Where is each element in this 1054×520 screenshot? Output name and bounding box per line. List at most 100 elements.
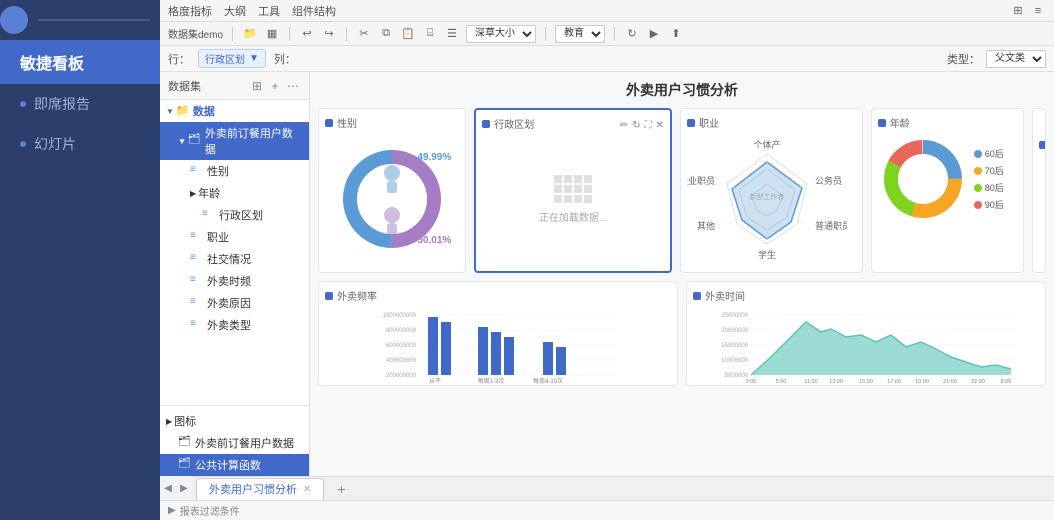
type-select[interactable]: 父文类 <box>986 50 1046 68</box>
age-title-text: 年龄 <box>890 115 910 130</box>
tree-node-freq[interactable]: ≡ 外卖时频 <box>160 270 309 292</box>
edu-select[interactable]: 教育 <box>555 25 605 43</box>
list-icon[interactable]: ≡ <box>1030 3 1046 19</box>
tree-menu-btn[interactable]: ⋯ <box>285 78 301 94</box>
redo-icon[interactable]: ↪ <box>321 26 337 42</box>
tree-node-occupation[interactable]: ≡ 职业 <box>160 226 309 248</box>
main-area: 格度指标 大纲 工具 组件结构 ⊞ ≡ 数据集demo 📁 ▦ ↩ ↪ ✂ ⧉ … <box>160 0 1054 520</box>
toolbar: 数据集demo 📁 ▦ ↩ ↪ ✂ ⧉ 📋 ⌸ ☰ 深草大小 教育 ↻ ▶ ⬆ <box>160 22 1054 46</box>
filter-bar-triangle[interactable]: ▶ <box>168 505 176 516</box>
region-edit-icon[interactable]: ✏ <box>620 120 628 131</box>
tree-node-takeout[interactable]: ▼ 🗂 外卖前订餐用户数据 <box>160 122 309 160</box>
loading-text: 正在加载数据... <box>539 209 607 224</box>
tree-header-label: 数据集 <box>168 78 201 94</box>
tree-node-reason[interactable]: ≡ 外卖原因 <box>160 292 309 314</box>
reason-chart-card: 外卖原因 天米 <box>1032 108 1046 273</box>
tree-node-region[interactable]: ≡ 行政区划 <box>160 204 309 226</box>
age-80-dot <box>974 184 982 192</box>
loading-grid <box>554 175 592 203</box>
menu-gedu[interactable]: 格度指标 <box>168 3 212 19</box>
tree-add-btn[interactable]: + <box>267 78 283 94</box>
frequency-chart-svg: 1000000000 800000000 600000000 400000000… <box>325 307 671 386</box>
menu-tools[interactable]: 工具 <box>258 3 280 19</box>
time-x7: 19:00 <box>915 379 929 385</box>
sidebar-item-report[interactable]: 即席报告 <box>0 84 160 124</box>
preview-icon[interactable]: ▶ <box>646 26 662 42</box>
filter-ad-tag[interactable]: 行政区划 ▼ <box>198 49 266 68</box>
tree-node-gender[interactable]: ≡ 性别 <box>160 160 309 182</box>
tab-label-main: 外卖用户习惯分析 <box>209 481 297 497</box>
tree-node-type[interactable]: ≡ 外卖类型 <box>160 314 309 336</box>
tree-node-icon-group[interactable]: ▶ 图标 <box>160 410 309 432</box>
chart-grid-top: 性别 <box>318 108 1046 273</box>
tab-bar: 外卖用户习惯分析 ✕ + <box>192 476 1054 500</box>
time-x10: 8:00 <box>1001 379 1012 385</box>
region-loading: 正在加载数据... <box>482 139 664 259</box>
lc4 <box>584 175 592 183</box>
sidebar-label-slides: 幻灯片 <box>34 134 76 154</box>
age-legend: 60后 70后 80后 <box>974 147 1004 211</box>
region-expand-icon[interactable]: ⛶ <box>645 120 652 131</box>
refresh-icon[interactable]: ↻ <box>624 26 640 42</box>
time-x5: 15:00 <box>859 379 873 385</box>
region-card-actions: ✏ ↻ ⛶ ✕ <box>620 120 664 131</box>
time-chart-svg: 25000000 20000000 15000000 10000000 5000… <box>693 307 1039 386</box>
frequency-chart-card: 外卖频率 1000000000 800000000 600000000 4000… <box>318 281 678 386</box>
sidebar-dot-report <box>20 101 26 107</box>
tree-label-region: 行政区划 <box>219 207 263 223</box>
tree-node-public[interactable]: 🗂 公共计算函数 <box>160 454 309 476</box>
time-y4: 10000000 <box>721 358 748 364</box>
region-close-icon[interactable]: ✕ <box>656 120 664 131</box>
sidebar-item-dashboard[interactable]: 敏捷看板 <box>0 40 160 84</box>
export-icon[interactable]: ⬆ <box>668 26 684 42</box>
tree-label-age: 年龄 <box>198 185 220 201</box>
tree-node-takeout2[interactable]: 🗂 外卖前订餐用户数据 <box>160 432 309 454</box>
grid-icon[interactable]: ⊞ <box>1010 3 1026 19</box>
grid2-icon[interactable]: ▦ <box>264 26 280 42</box>
radar-label-6: 企业职员 <box>687 175 715 186</box>
tab-item-main[interactable]: 外卖用户习惯分析 ✕ <box>196 478 324 500</box>
menu-outline[interactable]: 大纲 <box>224 3 246 19</box>
tree-expand-btn[interactable]: ⊞ <box>249 78 265 94</box>
size-select[interactable]: 深草大小 <box>466 25 536 43</box>
tree-spacer <box>160 336 309 405</box>
age-90-label: 90后 <box>985 198 1004 211</box>
region-chart-card: 行政区划 ✏ ↻ ⛶ ✕ <box>474 108 672 273</box>
time-x6: 17:00 <box>887 379 901 385</box>
filter-ad-text: 行政区划 <box>205 51 245 66</box>
tab-add-btn[interactable]: + <box>324 478 358 500</box>
time-y2: 20000000 <box>721 328 748 334</box>
tree-node-age[interactable]: ▶ 年龄 <box>160 182 309 204</box>
region-refresh-icon[interactable]: ↻ <box>632 120 640 131</box>
cut-icon[interactable]: ✂ <box>356 26 372 42</box>
region-card-header: 行政区划 ✏ ↻ ⛶ ✕ <box>482 116 664 135</box>
align-icon[interactable]: ☰ <box>444 26 460 42</box>
sidebar-item-slides[interactable]: 幻灯片 <box>0 124 160 164</box>
male-pct: 49.99% <box>417 152 451 163</box>
gender-chart-title: 性别 <box>325 115 459 130</box>
tab-close-icon[interactable]: ✕ <box>303 484 311 495</box>
tab-nav-right[interactable]: ▶ <box>176 480 192 496</box>
freq-bar-4 <box>491 332 501 375</box>
tree-node-root[interactable]: ▼ 📁 数据 <box>160 100 309 122</box>
age-70-dot <box>974 167 982 175</box>
tree-label-occupation: 职业 <box>207 229 229 245</box>
tree-doc-icon-social: ≡ <box>190 252 204 266</box>
tab-nav-left[interactable]: ◀ <box>160 480 176 496</box>
folder-icon[interactable]: 📁 <box>242 26 258 42</box>
menu-components[interactable]: 组件结构 <box>292 3 336 19</box>
paste-icon[interactable]: 📋 <box>400 26 416 42</box>
format-icon[interactable]: ⌸ <box>422 26 438 42</box>
tree-header: 数据集 ⊞ + ⋯ <box>160 72 309 100</box>
radar-label-5: 其他 <box>697 220 715 231</box>
reason-legend-distance: 距王 <box>1045 262 1046 273</box>
undo-icon[interactable]: ↩ <box>299 26 315 42</box>
copy-icon[interactable]: ⧉ <box>378 26 394 42</box>
tree-doc-icon-occupation: ≡ <box>190 230 204 244</box>
dashboard-canvas: 外卖用户习惯分析 性别 <box>310 72 1054 476</box>
filter-ad-dropdown[interactable]: ▼ <box>249 53 259 64</box>
tree-node-social[interactable]: ≡ 社交情况 <box>160 248 309 270</box>
lc2 <box>564 175 572 183</box>
toolbar-sep-2 <box>289 27 290 41</box>
reason-title-dot <box>1039 141 1046 149</box>
